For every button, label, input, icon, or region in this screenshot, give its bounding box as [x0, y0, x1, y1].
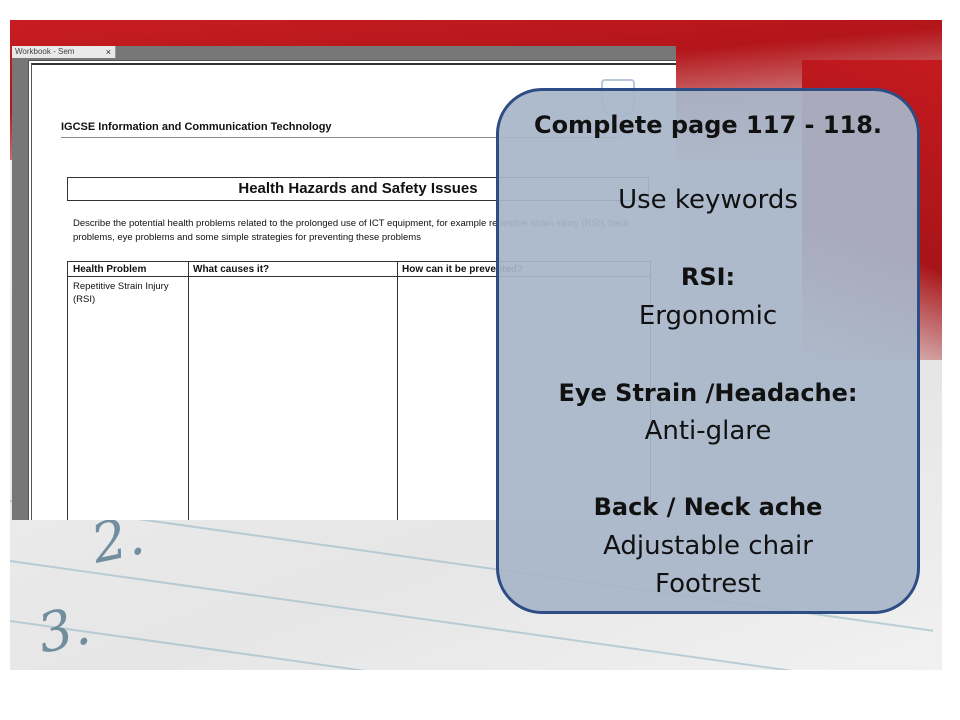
- table-divider: [397, 262, 398, 520]
- section-item: Ergonomic: [638, 301, 778, 331]
- section-item: Adjustable chair: [603, 531, 813, 561]
- close-icon[interactable]: ×: [106, 46, 111, 58]
- section-item: Footrest: [655, 569, 761, 599]
- numeral-three: 3.: [32, 593, 96, 666]
- document-tab-label: Workbook - Sem: [15, 47, 75, 56]
- callout-instruction: Use keywords: [618, 185, 798, 215]
- section-title-eye-strain: Eye Strain /Headache:: [558, 379, 858, 407]
- section-item: Anti-glare: [644, 416, 772, 446]
- notebook-rule-line: [10, 620, 934, 670]
- instruction-callout: Complete page 117 - 118. Use keywords RS…: [496, 88, 920, 614]
- table-cell: Repetitive Strain Injury (RSI): [73, 281, 169, 305]
- callout-heading: Complete page 117 - 118.: [533, 111, 883, 139]
- table-header-health-problem: Health Problem: [68, 262, 188, 277]
- section-title-rsi: RSI:: [680, 263, 736, 291]
- table-header-causes: What causes it?: [188, 262, 397, 277]
- document-tab[interactable]: Workbook - Sem ×: [12, 46, 116, 58]
- table-divider: [188, 262, 189, 520]
- section-title-back-neck: Back / Neck ache: [593, 493, 823, 521]
